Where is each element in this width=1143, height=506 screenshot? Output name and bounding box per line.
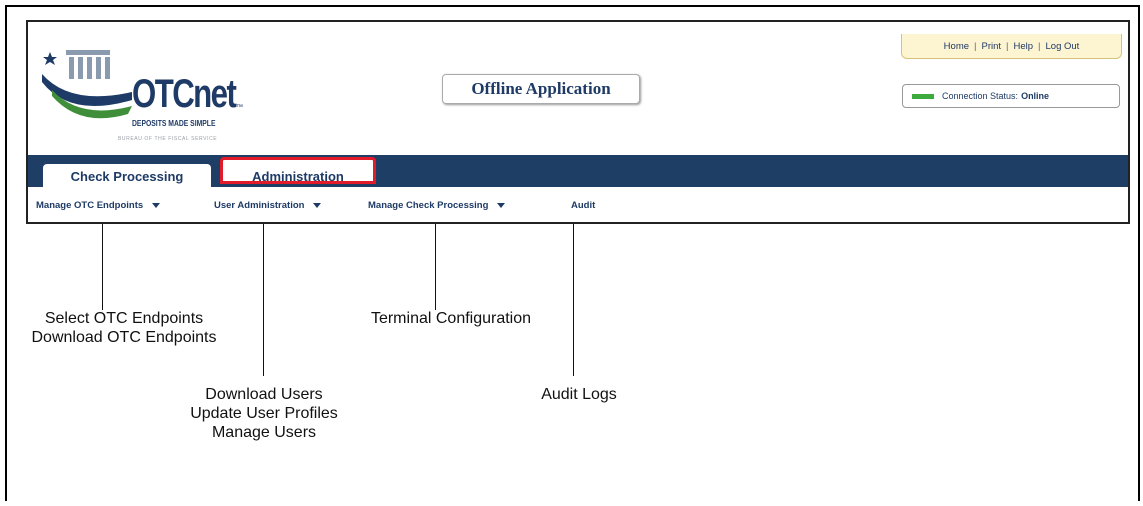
tab-administration[interactable]: Administration: [220, 157, 376, 184]
menu-user-administration[interactable]: User Administration: [214, 200, 322, 211]
brand-subtagline: BUREAU OF THE FISCAL SERVICE: [118, 136, 218, 142]
otcnet-logo: OTCnet ™ DEPOSITS MADE SIMPLE BUREAU OF …: [40, 32, 300, 157]
menu-label: User Administration: [214, 200, 305, 211]
app-title: Offline Application: [442, 74, 640, 104]
callout-audit: Audit Logs: [514, 385, 644, 404]
dropdown-caret-icon: [497, 202, 506, 208]
menu-audit[interactable]: Audit: [571, 200, 595, 211]
connection-status-led-icon: [912, 93, 934, 99]
dropdown-caret-icon: [313, 202, 322, 208]
callout-line-endpoints: [102, 224, 103, 310]
brand-tagline: DEPOSITS MADE SIMPLE: [132, 119, 216, 128]
dropdown-caret-icon: [152, 202, 161, 208]
connection-status: Connection Status: Online: [902, 84, 1120, 108]
menu-label: Manage Check Processing: [368, 200, 489, 211]
callout-text: Download Users: [205, 386, 323, 403]
callout-text: Audit Logs: [541, 386, 617, 403]
otcnet-app-window: OTCnet ™ DEPOSITS MADE SIMPLE BUREAU OF …: [26, 20, 1130, 224]
callout-users: Download Users Update User Profiles Mana…: [144, 385, 384, 442]
administration-submenu: Manage OTC Endpoints User Administration…: [28, 188, 1128, 222]
menu-manage-check-processing[interactable]: Manage Check Processing: [368, 200, 506, 211]
utility-links-bar: Home | Print | Help | Log Out: [901, 34, 1122, 59]
help-link[interactable]: Help: [1014, 41, 1034, 52]
menu-label: Manage OTC Endpoints: [36, 200, 144, 211]
callout-text: Terminal Configuration: [370, 310, 532, 327]
callout-line-users: [263, 224, 264, 376]
callout-check-processing: Terminal Configuration: [346, 309, 556, 328]
utility-separator: |: [1006, 40, 1009, 52]
print-link[interactable]: Print: [981, 41, 1001, 52]
callout-text: Download OTC Endpoints: [31, 329, 217, 346]
utility-separator: |: [974, 40, 977, 52]
callout-text: Update User Profiles: [190, 405, 338, 422]
utility-separator: |: [1038, 40, 1041, 52]
callout-line-check-processing: [435, 224, 436, 310]
home-link[interactable]: Home: [944, 41, 969, 52]
log-out-link[interactable]: Log Out: [1046, 41, 1080, 52]
menu-label: Audit: [571, 200, 596, 211]
connection-status-label: Connection Status:: [942, 91, 1019, 101]
treasury-building-icon: [42, 50, 132, 119]
brand-trademark: ™: [236, 104, 243, 111]
brand-name: OTCnet: [132, 72, 237, 116]
callout-text: Select OTC Endpoints: [44, 310, 204, 327]
callout-line-audit: [573, 224, 574, 376]
callout-endpoints: Select OTC Endpoints Download OTC Endpoi…: [14, 309, 234, 347]
connection-status-value: Online: [1021, 91, 1050, 101]
tab-check-processing[interactable]: Check Processing: [43, 164, 211, 188]
callout-text: Manage Users: [211, 424, 317, 441]
menu-manage-otc-endpoints[interactable]: Manage OTC Endpoints: [36, 200, 161, 211]
